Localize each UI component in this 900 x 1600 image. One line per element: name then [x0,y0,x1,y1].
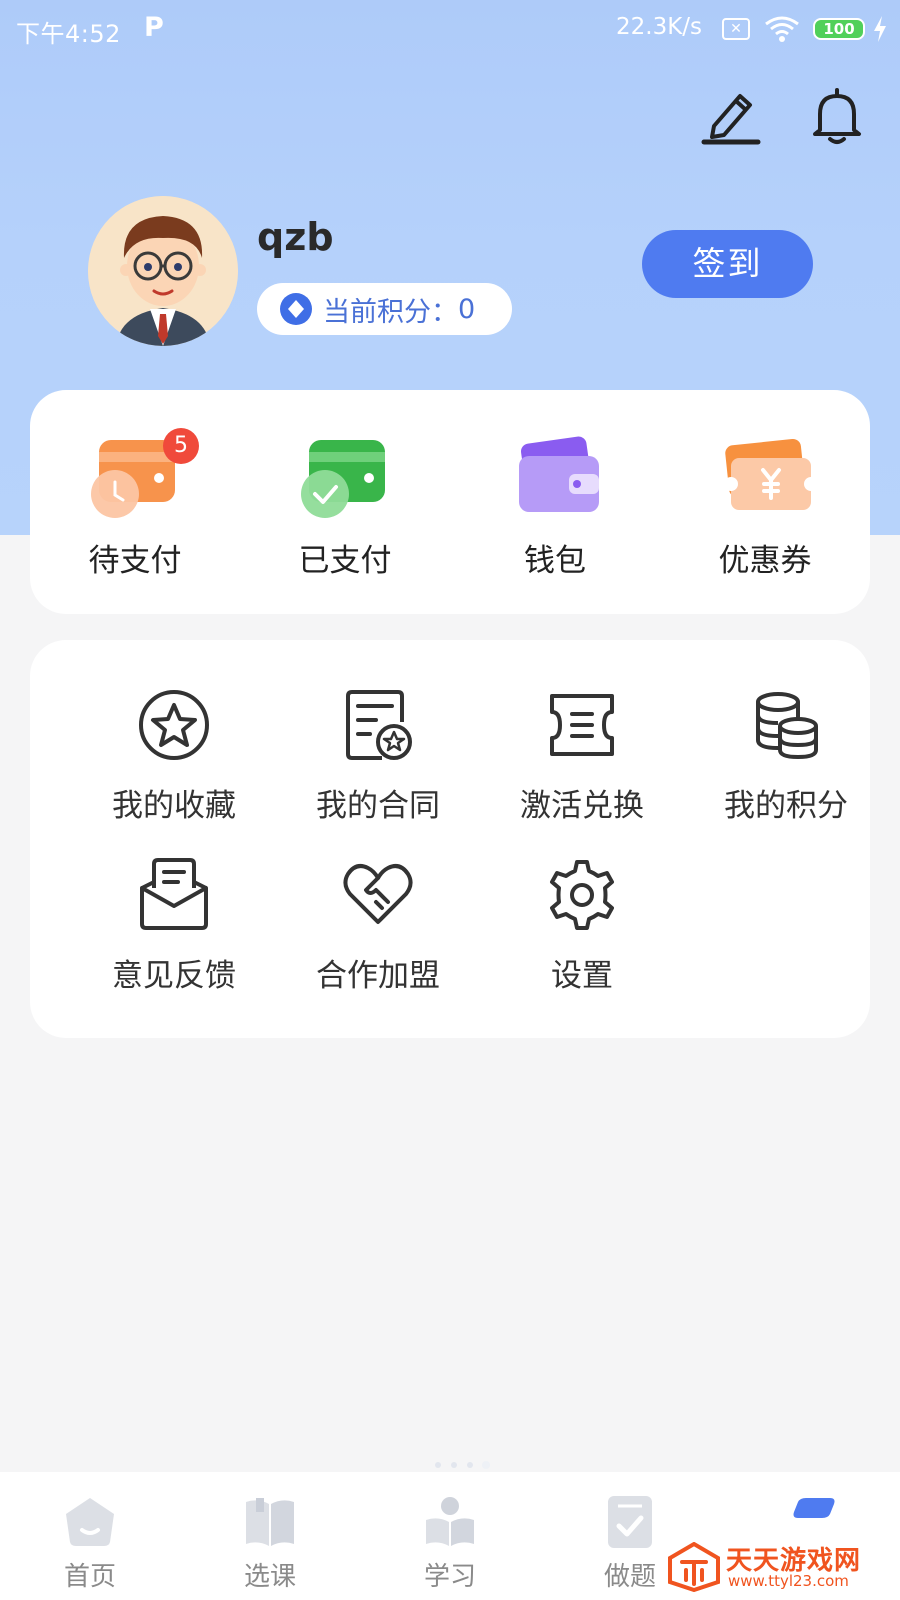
wallet-item[interactable]: 钱包 [450,390,660,614]
coupon-item[interactable]: 优惠券 [660,390,870,614]
menu-item-contract[interactable]: 我的合同 [276,688,480,838]
menu-label-partnership: 合作加盟 [316,958,440,994]
menu-item-partnership[interactable]: 合作加盟 [276,858,480,1008]
menu-item-favorites[interactable]: 我的收藏 [72,688,276,838]
charging-icon [874,16,886,42]
contract-icon [346,690,412,760]
points-badge[interactable]: 当前积分： 0 [257,283,512,335]
handshake-heart-icon [343,864,413,924]
menu-label-redeem: 激活兑换 [520,788,644,824]
battery-icon: 100 [813,18,865,40]
home-icon [66,1498,114,1546]
payment-card: 5 待支付 已支付 钱包 优惠券 [30,390,870,614]
menu-item-redeem[interactable]: 激活兑换 [480,688,684,838]
book-icon [246,1498,294,1546]
avatar-illustration [88,196,238,346]
menu-item-points[interactable]: 我的积分 [684,688,888,838]
menu-label-points: 我的积分 [724,788,848,824]
gear-icon [550,860,614,930]
pending-payment-item[interactable]: 5 待支付 [30,390,240,614]
sim-off-icon: ✕ [722,18,750,40]
menu-item-feedback[interactable]: 意见反馈 [72,858,276,1008]
network-speed: 22.3K/s [616,14,703,40]
tab-label-courses: 选课 [243,1562,296,1592]
points-value: 0 [458,293,476,325]
tab-label-study: 学习 [423,1562,476,1592]
status-time: 下午4:52 [16,20,121,48]
study-icon [426,1497,474,1546]
coupon-icon [724,438,815,510]
paid-item[interactable]: 已支付 [240,390,450,614]
points-label: 当前积分： [323,296,458,328]
menu-label-contract: 我的合同 [316,788,440,824]
signin-button[interactable]: 签到 [642,230,813,298]
pending-payment-label: 待支付 [88,543,182,579]
tab-label-home: 首页 [63,1562,116,1592]
exercise-icon [608,1496,652,1548]
page-indicator [435,1461,490,1469]
watermark-logo [668,1542,720,1592]
bell-icon[interactable] [808,86,866,146]
app-notification-icon: P [144,12,164,43]
paid-icon [301,440,385,518]
pending-count-badge: 5 [163,428,199,464]
menu-card: 我的收藏 我的合同 激活兑换 我的积分 意见反馈 合作加盟 设置 [30,640,870,1038]
menu-label-feedback: 意见反馈 [112,958,236,994]
menu-label-favorites: 我的收藏 [112,788,236,824]
wallet-icon [519,436,599,512]
diamond-icon [280,293,312,325]
status-bar: 下午4:52 P 22.3K/s ✕ 100 [0,0,900,60]
tab-courses[interactable]: 选课 [180,1472,360,1600]
avatar[interactable] [88,196,238,346]
wallet-label: 钱包 [524,543,586,579]
coins-icon [756,692,818,760]
edit-icon[interactable] [700,88,762,146]
menu-label-settings: 设置 [551,958,613,994]
wifi-icon [765,16,799,42]
watermark-url: www.ttyl23.com [728,1572,849,1590]
coupon-label: 优惠券 [718,543,812,579]
feedback-icon [140,858,208,930]
tab-home[interactable]: 首页 [0,1472,180,1600]
username: qzb [257,215,334,259]
menu-item-settings[interactable]: 设置 [480,858,684,1008]
star-icon [139,690,209,760]
ticket-icon [550,694,614,756]
paid-label: 已支付 [298,543,392,579]
watermark: 天天游戏网 www.ttyl23.com [666,1538,900,1600]
tab-study[interactable]: 学习 [360,1472,540,1600]
